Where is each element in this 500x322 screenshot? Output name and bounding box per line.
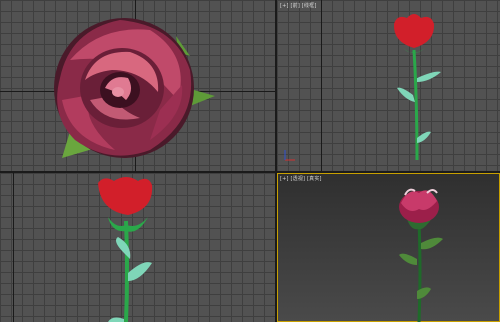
rose-top-view — [54, 18, 215, 158]
axis-gizmo-icon — [284, 150, 295, 161]
viewport-layout: [+] [前] [线框] [+] [透视] [真实] — [0, 0, 500, 322]
viewport-top[interactable] — [0, 0, 275, 171]
rose-left-view — [98, 177, 153, 322]
viewport-perspective[interactable]: [+] [透视] [真实] — [277, 173, 500, 322]
rose-front-view — [393, 14, 441, 161]
rose-perspective-view — [399, 188, 443, 322]
viewport-front[interactable]: [+] [前] [线框] — [277, 0, 500, 171]
viewport-left[interactable] — [0, 173, 275, 322]
